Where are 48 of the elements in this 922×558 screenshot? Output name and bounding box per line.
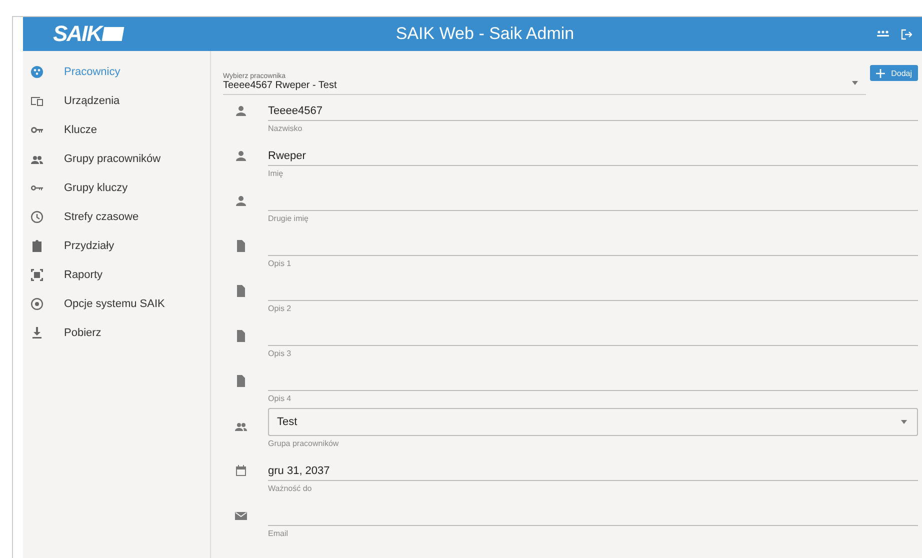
field-label: Drugie imię (268, 214, 310, 223)
envelope-icon (235, 510, 247, 522)
sidebar-item[interactable]: Raporty (23, 260, 210, 289)
field-label: Imię (268, 169, 284, 178)
clock-icon (31, 210, 43, 222)
person-icon (235, 150, 247, 162)
radio-icon (31, 298, 43, 310)
field-label: Grupa pracowników (268, 439, 340, 448)
frame-icon (31, 268, 43, 280)
sidebar-item[interactable]: Grupy pracowników (23, 144, 210, 173)
field-label: Ważność do (268, 484, 313, 493)
input-field[interactable]: gru 31, 2037 (268, 457, 918, 481)
person-icon (235, 195, 247, 207)
input-field[interactable]: Rweper (268, 142, 918, 166)
sidebar-item[interactable]: Grupy kluczy (23, 173, 210, 202)
logo: SAIK (53, 21, 203, 47)
add-button[interactable]: Dodaj (870, 65, 918, 81)
download-icon (31, 326, 43, 338)
field-label: Nazwisko (268, 124, 304, 133)
field-label: Email (268, 529, 290, 538)
group-select[interactable]: Test (268, 408, 918, 436)
sidebar-item[interactable]: Opcje systemu SAIK (23, 289, 210, 318)
group-icon (235, 420, 247, 432)
calendar-icon (235, 465, 247, 477)
field-label: Opis 3 (268, 349, 292, 358)
people-icon (31, 66, 43, 78)
field-label: Opis 4 (268, 394, 292, 403)
clipboard-icon (31, 240, 43, 252)
sidebar-item[interactable]: Pobierz (23, 318, 210, 347)
caret-icon[interactable] (852, 81, 858, 85)
field-label: Opis 1 (268, 259, 292, 268)
devices-icon (31, 94, 43, 106)
plus-icon (876, 68, 886, 78)
document-icon (235, 285, 247, 297)
input-field[interactable]: Teeee4567 (268, 97, 918, 121)
person-icon (235, 105, 247, 117)
logout-icon[interactable] (901, 28, 912, 40)
window-title: SAIK Web - Saik Admin (394, 24, 576, 44)
dots-icon[interactable] (877, 30, 889, 38)
document-icon (235, 330, 247, 342)
caret-icon[interactable] (901, 420, 907, 424)
document-icon (235, 240, 247, 252)
sidebar-item[interactable]: Przydziały (23, 231, 210, 260)
sidebar-item[interactable]: Urządzenia (23, 86, 210, 115)
field-label: Opis 2 (268, 304, 292, 313)
sidebar-item[interactable]: Klucze (23, 115, 210, 144)
document-icon (235, 375, 247, 387)
sidebar-item[interactable]: Strefy czasowe (23, 202, 210, 231)
